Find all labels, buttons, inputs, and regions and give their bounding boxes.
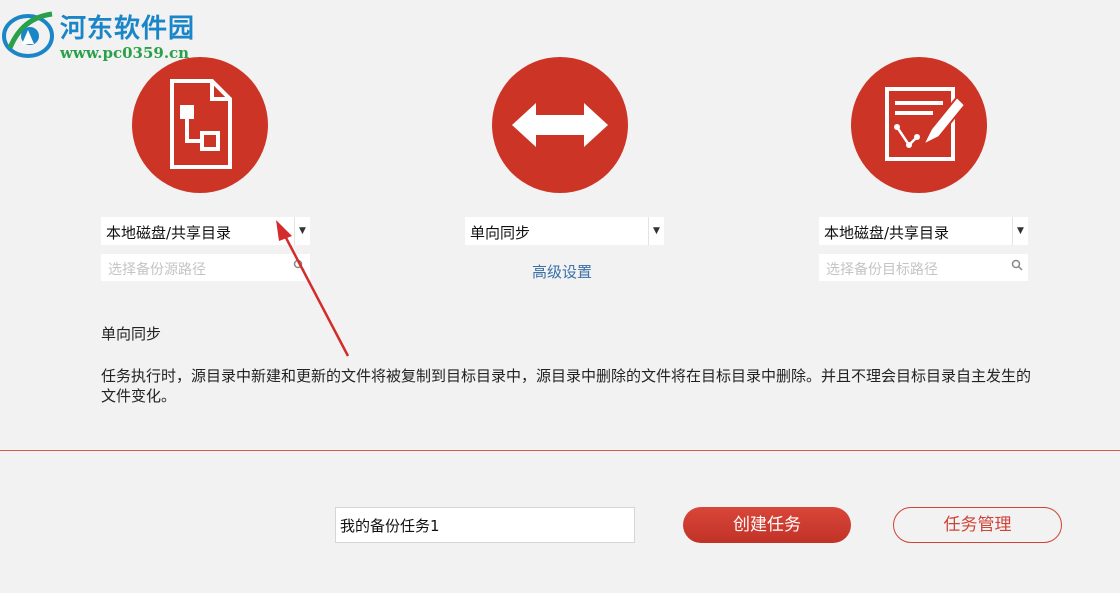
create-task-button[interactable]: 创建任务 [683, 507, 851, 543]
section-divider [0, 450, 1120, 451]
annotation-arrow-icon [276, 220, 350, 357]
task-name-input[interactable] [335, 507, 635, 543]
task-management-button[interactable]: 任务管理 [893, 507, 1062, 543]
